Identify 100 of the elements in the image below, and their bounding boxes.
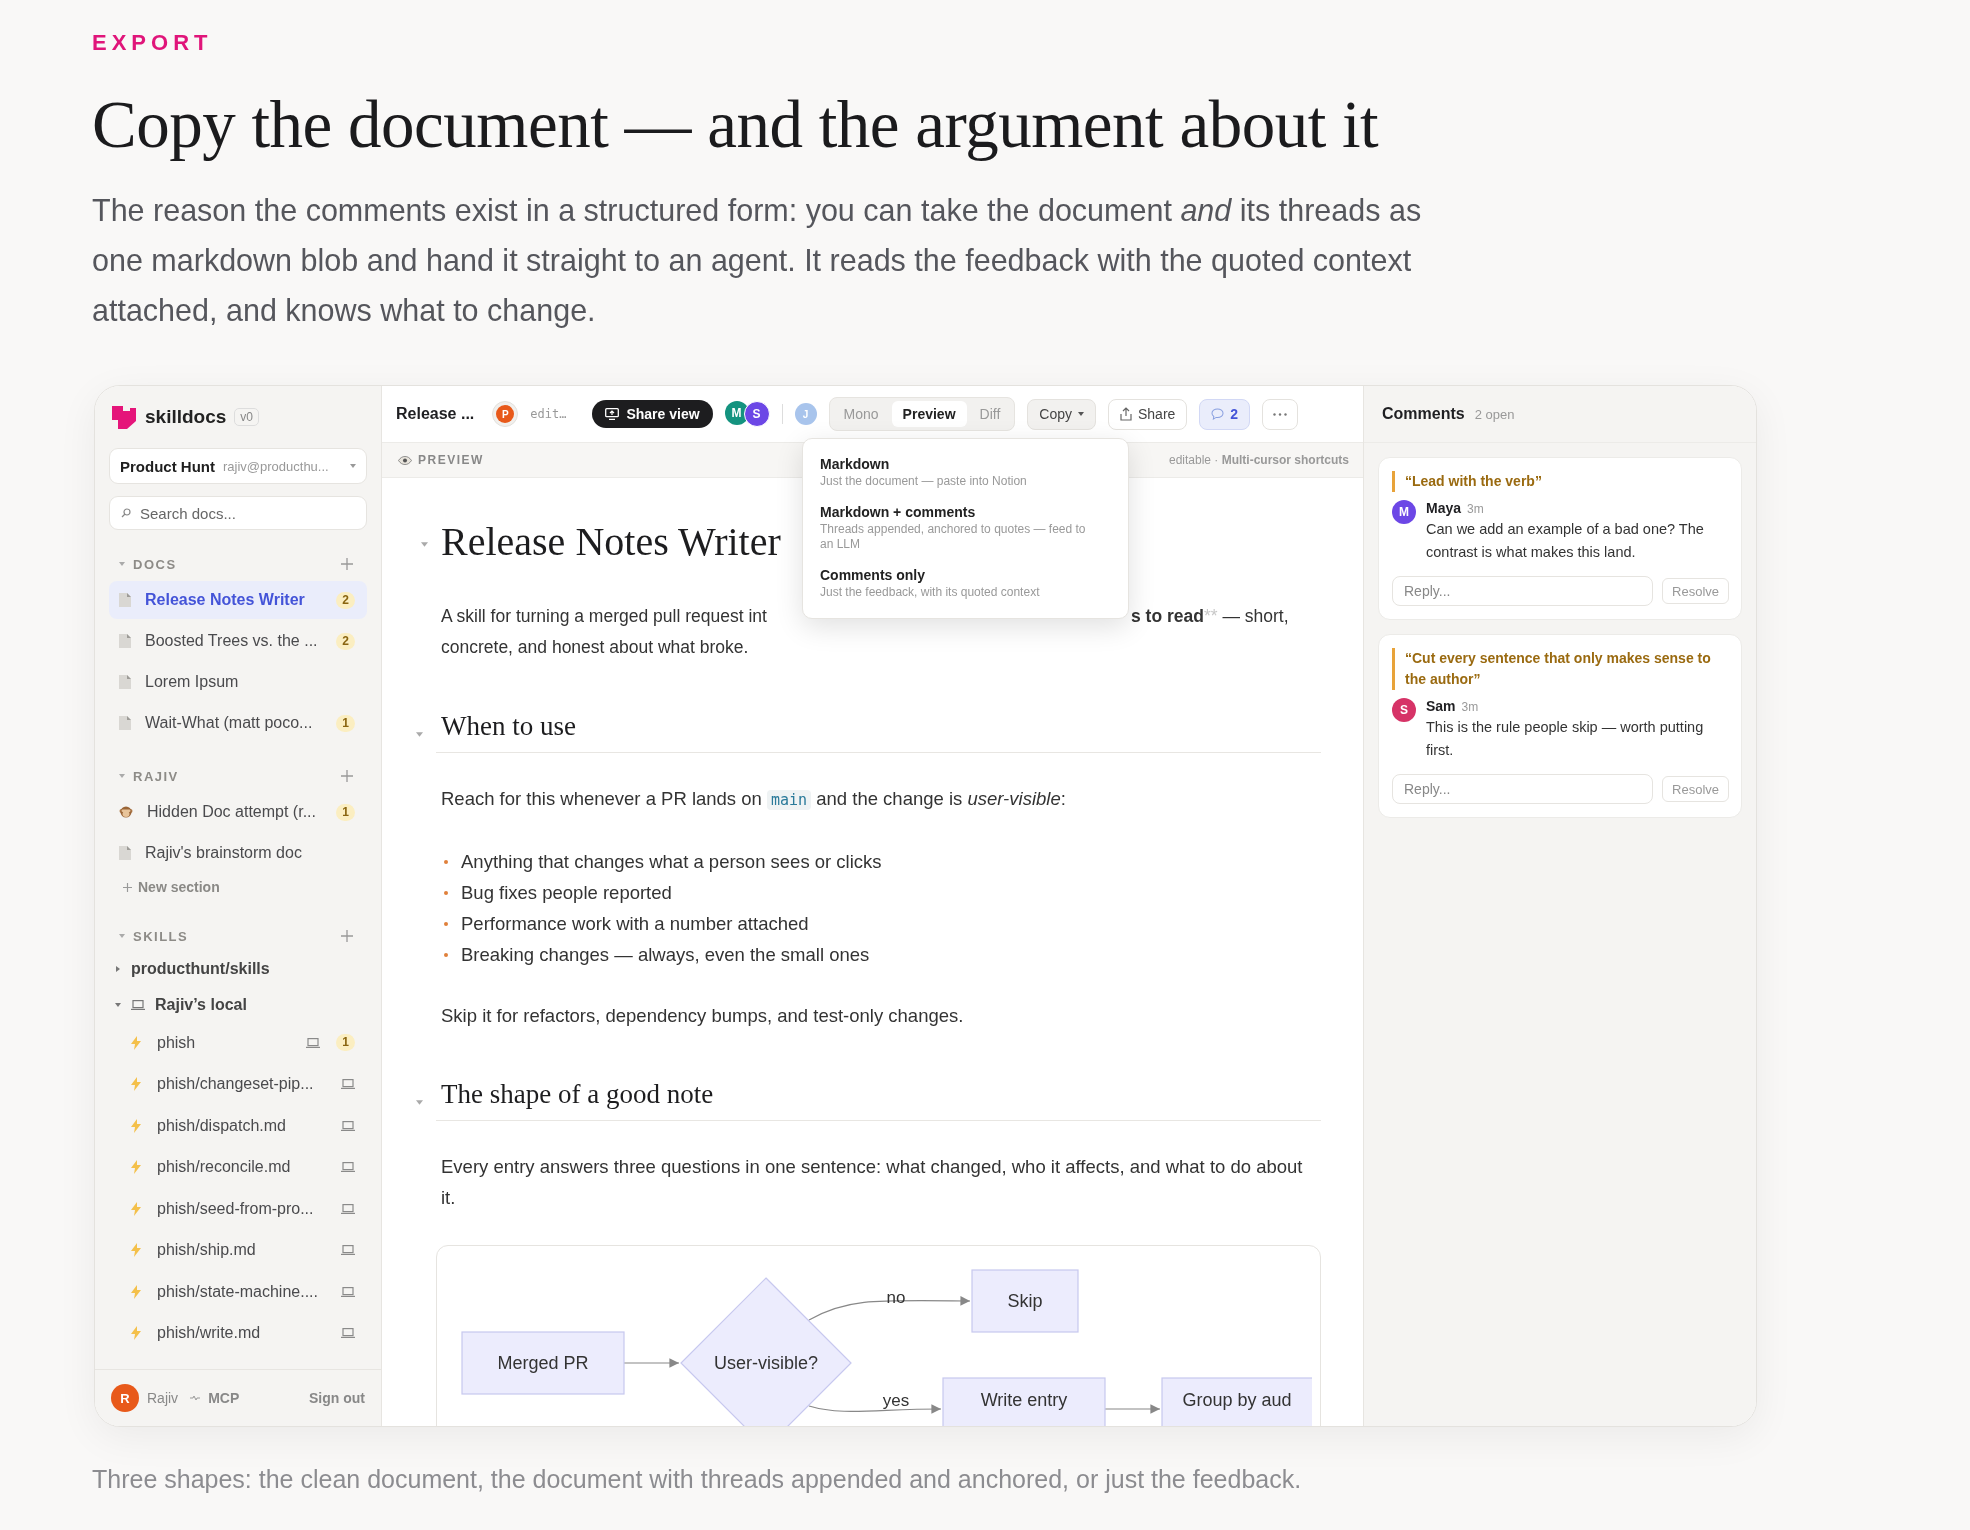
collaborator-avatar: M [724,401,749,425]
flow-arrow [1104,1404,1161,1414]
avatar: P [496,405,515,423]
comment-time: 3m [1461,700,1479,714]
sidebar-item[interactable]: Boosted Trees vs. the ... 2 [109,622,367,660]
share-button[interactable]: Share [1107,398,1188,430]
caret-icon[interactable] [421,541,428,547]
workspace-switcher[interactable]: Product Hunt rajiv@producthu... [109,448,367,484]
paragraph-text: A skill for turning a merged pull request int [441,605,767,628]
sidebar-item[interactable]: Release Notes Writer 2 [109,581,367,619]
menu-item[interactable]: Markdown + comments Threads appended, anchored to quotes — feed to an LLM [803,497,1128,560]
skill-item[interactable]: phish/changeset-pip... [109,1063,367,1105]
skill-item[interactable]: phish/write.md [109,1312,367,1354]
count-badge: 2 [336,632,355,650]
workspace-email: rajiv@producthu... [223,458,329,474]
section-heading: When to use [441,711,577,742]
lightning-icon [131,1160,141,1175]
plug-icon [190,1395,201,1401]
more-button[interactable] [1262,398,1299,430]
intro-paragraph: The reason the comments exist in a structured form: you can take the document and its threads as one markdown blob and hand it straight to an agent. It reads the feedback with the quoted context attached, and knows what to change. [92,192,1423,330]
sidebar-item[interactable]: Hidden Doc attempt (r... 1 [109,793,367,831]
monitor-icon [605,408,620,420]
document-heading: Release Notes Writer [441,518,781,565]
menu-item-description: Threads appended, anchored to quotes — feed to an LLM [820,522,1087,552]
comment-time: 3m [1467,502,1484,516]
plus-icon[interactable] [341,930,353,942]
caret-icon[interactable] [119,934,125,938]
sidebar-item[interactable]: Rajiv's brainstorm doc [109,834,367,872]
search-field[interactable]: Search docs... [109,496,367,530]
laptop-icon [306,1037,321,1048]
reply-field[interactable]: Reply... [1392,774,1654,804]
process-node: Group by aud [1161,1377,1312,1426]
document-icon [119,846,131,860]
section-title: SKILLS [133,928,189,944]
page-headline: Copy the document — and the argument about it [92,86,1380,163]
decision-node: User-visible? [680,1277,852,1426]
skill-item[interactable]: phish/reconcile.md [109,1146,367,1188]
author-name: Sam [1426,698,1456,714]
share-view-button[interactable]: Share view [592,400,713,428]
author-name: Maya [1426,500,1462,516]
list-item: Bug fixes people reported [461,881,672,905]
plus-icon [123,882,132,892]
section-heading: The shape of a good note [441,1079,715,1110]
plus-icon[interactable] [341,770,353,782]
eyebrow-label: EXPORT [92,30,214,56]
skill-item[interactable]: phish/state-machine.... [109,1271,367,1313]
edge-label: no [886,1288,906,1307]
reply-field[interactable]: Reply... [1392,576,1654,606]
skill-item[interactable]: phish/seed-from-pro... [109,1188,367,1230]
paragraph: Reach for this whenever a PR lands on main and the change is user-visible: [441,787,1067,812]
workspace-name: Product Hunt [120,457,215,475]
comment-text: Can we add an example of a bad one? The contrast is what makes this land. [1426,520,1705,562]
caret-icon[interactable] [119,562,125,566]
caret-icon[interactable] [416,1099,423,1105]
sidebar-item[interactable]: Wait-What (matt poco... 1 [109,704,367,742]
caret-icon [1077,412,1084,416]
menu-item[interactable]: Comments only Just the feedback, with its quoted context [803,560,1128,608]
comments-toggle[interactable]: 2 [1199,398,1251,430]
skill-item[interactable]: phish 1 [109,1022,367,1064]
copy-button[interactable]: Copy [1027,398,1096,430]
skill-item[interactable]: phish/ship.md [109,1229,367,1271]
tree-item[interactable]: Rajiv’s local [109,988,367,1022]
count-badge: 1 [336,714,355,732]
menu-item-description: Just the feedback, with its quoted context [820,585,1041,600]
bullet-dot [444,921,448,926]
laptop-icon [341,1162,355,1173]
paragraph: Skip it for refactors, dependency bumps, and test-only changes. [441,1004,965,1028]
menu-item-description: Just the document — paste into Notion [820,474,1028,489]
paragraph-text: s to read** — short, [1131,605,1289,628]
section-title: RAJIV [133,768,179,784]
laptop-icon [341,1286,355,1297]
paragraph-text: concrete, and honest about what broke. [441,636,749,659]
menu-item-title: Markdown [820,456,891,472]
view-mode-tab[interactable]: Preview [891,401,967,427]
process-node: Write entry [942,1377,1106,1426]
plus-icon[interactable] [341,558,353,570]
sidebar-item[interactable]: Lorem Ipsum [109,663,367,701]
caret-icon [350,464,356,468]
tree-item[interactable]: producthunt/skills [109,952,367,986]
brand-name: skilldocs [145,406,227,428]
bullet-dot [444,859,448,864]
document-icon [119,675,131,689]
laptop-icon [341,1328,355,1339]
upload-icon [1119,407,1132,421]
caret-icon[interactable] [416,731,423,737]
user-avatar: R [111,1384,139,1412]
document-icon [119,634,131,648]
list-item: Anything that changes what a person sees or clicks [461,850,882,874]
lightning-icon [131,1077,141,1092]
count-badge: 2 [336,591,355,609]
process-node: Skip [971,1269,1079,1333]
version-badge: v0 [234,408,259,426]
commenter-avatar: S [1392,698,1416,722]
skill-item[interactable]: phish/dispatch.md [109,1105,367,1147]
user-name: Rajiv [147,1390,179,1406]
process-node: Merged PR [461,1331,625,1395]
mcp-status: MCP [208,1390,240,1406]
caret-icon[interactable] [119,774,125,778]
menu-item[interactable]: Markdown Just the document — paste into Notion [803,449,1128,497]
preview-label: PREVIEW [418,453,484,467]
